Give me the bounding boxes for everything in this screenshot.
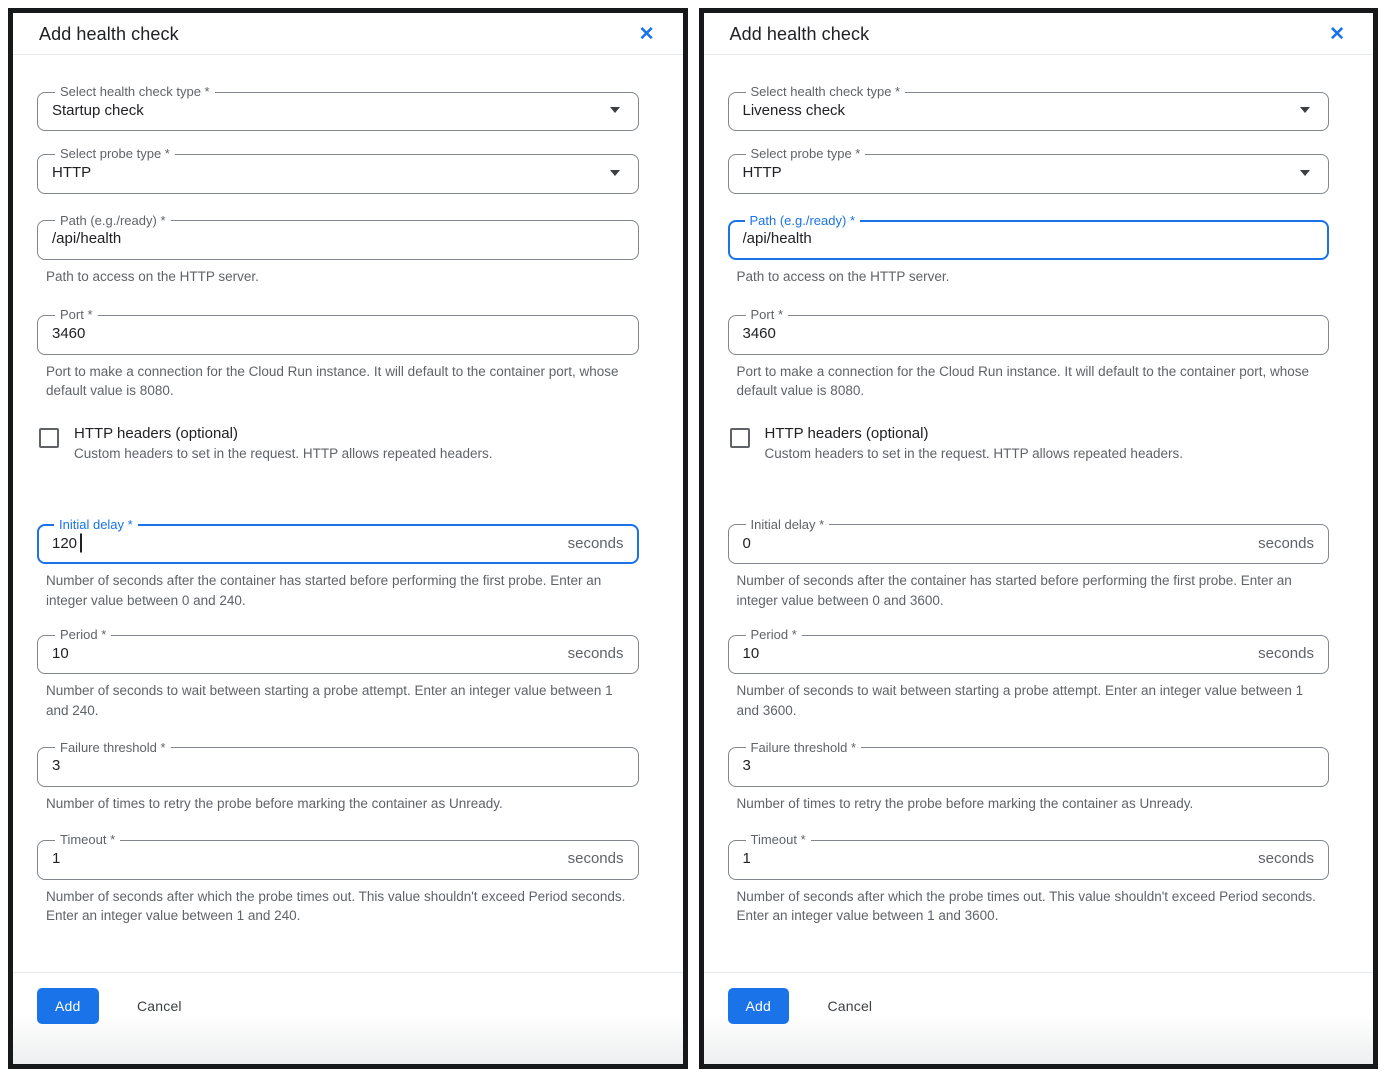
- port-field[interactable]: Port *: [728, 308, 1330, 354]
- seconds-suffix: seconds: [1250, 535, 1314, 552]
- initial-delay-label: Initial delay *: [54, 518, 138, 532]
- path-helper-text: Path to access on the HTTP server.: [737, 267, 1319, 287]
- add-button[interactable]: Add: [728, 988, 790, 1024]
- period-label: Period *: [746, 628, 802, 642]
- text-cursor: [80, 534, 82, 553]
- dialog-title: Add health check: [39, 24, 179, 45]
- http-headers-checkbox[interactable]: [39, 428, 59, 448]
- timeout-input[interactable]: [743, 850, 1251, 867]
- http-headers-helper-text: Custom headers to set in the request. HT…: [74, 445, 492, 464]
- http-headers-row: HTTP headers (optional) Custom headers t…: [39, 425, 639, 464]
- health-check-form: Select health check type * Select probe …: [704, 55, 1374, 972]
- probe-type-value[interactable]: [743, 164, 1301, 181]
- two-dialog-comparison: Add health check ✕ Select health check t…: [0, 0, 1386, 1077]
- initial-delay-input[interactable]: [52, 535, 560, 552]
- health-check-form: Select health check type * Select probe …: [13, 55, 683, 972]
- timeout-label: Timeout *: [746, 833, 811, 847]
- period-helper-text: Number of seconds to wait between starti…: [737, 681, 1319, 720]
- path-input[interactable]: [52, 230, 624, 247]
- seconds-suffix: seconds: [560, 850, 624, 867]
- dialog-header: Add health check ✕: [704, 13, 1374, 55]
- seconds-suffix: seconds: [560, 535, 624, 552]
- port-helper-text: Port to make a connection for the Cloud …: [737, 362, 1319, 401]
- failure-threshold-label: Failure threshold *: [746, 741, 862, 755]
- failure-threshold-field[interactable]: Failure threshold *: [37, 741, 639, 787]
- path-field[interactable]: Path (e.g./ready) *: [37, 214, 639, 260]
- dropdown-arrow-icon: [610, 170, 620, 176]
- dialog-title: Add health check: [730, 24, 870, 45]
- timeout-field[interactable]: Timeout * seconds: [728, 833, 1330, 879]
- probe-type-value[interactable]: [52, 164, 610, 181]
- http-headers-checkbox[interactable]: [730, 428, 750, 448]
- timeout-helper-text: Number of seconds after which the probe …: [737, 887, 1319, 926]
- path-field[interactable]: Path (e.g./ready) *: [728, 214, 1330, 260]
- http-headers-row: HTTP headers (optional) Custom headers t…: [730, 425, 1330, 464]
- failure-threshold-label: Failure threshold *: [55, 741, 171, 755]
- timeout-helper-text: Number of seconds after which the probe …: [46, 887, 628, 926]
- dialog-footer: Add Cancel: [13, 972, 683, 1064]
- initial-delay-helper-text: Number of seconds after the container ha…: [46, 571, 628, 610]
- http-headers-label: HTTP headers (optional): [765, 425, 1183, 442]
- dialog-footer: Add Cancel: [704, 972, 1374, 1064]
- initial-delay-field[interactable]: Initial delay * seconds: [728, 518, 1330, 564]
- health-check-type-value[interactable]: [52, 102, 610, 119]
- probe-type-label: Select probe type *: [55, 147, 175, 161]
- port-helper-text: Port to make a connection for the Cloud …: [46, 362, 628, 401]
- timeout-field[interactable]: Timeout * seconds: [37, 833, 639, 879]
- dropdown-arrow-icon: [1300, 107, 1310, 113]
- failure-threshold-input[interactable]: [52, 757, 624, 774]
- dialog-liveness-check: Add health check ✕ Select health check t…: [699, 8, 1379, 1069]
- port-input[interactable]: [52, 325, 624, 342]
- health-check-type-select[interactable]: Select health check type *: [728, 85, 1330, 131]
- cancel-button[interactable]: Cancel: [131, 997, 188, 1015]
- initial-delay-input[interactable]: [743, 535, 1251, 552]
- path-label: Path (e.g./ready) *: [745, 214, 861, 228]
- seconds-suffix: seconds: [1250, 850, 1314, 867]
- close-icon[interactable]: ✕: [639, 25, 655, 44]
- port-label: Port *: [55, 308, 98, 322]
- probe-type-select[interactable]: Select probe type *: [728, 147, 1330, 193]
- seconds-suffix: seconds: [560, 645, 624, 662]
- probe-type-select[interactable]: Select probe type *: [37, 147, 639, 193]
- failure-threshold-helper-text: Number of times to retry the probe befor…: [737, 794, 1319, 814]
- health-check-type-label: Select health check type *: [55, 85, 215, 99]
- period-input[interactable]: [52, 645, 560, 662]
- seconds-suffix: seconds: [1250, 645, 1314, 662]
- failure-threshold-field[interactable]: Failure threshold *: [728, 741, 1330, 787]
- health-check-type-label: Select health check type *: [746, 85, 906, 99]
- add-button[interactable]: Add: [37, 988, 99, 1024]
- cancel-button[interactable]: Cancel: [821, 997, 878, 1015]
- failure-threshold-input[interactable]: [743, 757, 1315, 774]
- probe-type-label: Select probe type *: [746, 147, 866, 161]
- close-icon[interactable]: ✕: [1329, 25, 1345, 44]
- path-input[interactable]: [743, 230, 1315, 247]
- period-input[interactable]: [743, 645, 1251, 662]
- period-field[interactable]: Period * seconds: [728, 628, 1330, 674]
- port-input[interactable]: [743, 325, 1315, 342]
- dropdown-arrow-icon: [610, 107, 620, 113]
- period-label: Period *: [55, 628, 111, 642]
- period-field[interactable]: Period * seconds: [37, 628, 639, 674]
- port-label: Port *: [746, 308, 789, 322]
- failure-threshold-helper-text: Number of times to retry the probe befor…: [46, 794, 628, 814]
- http-headers-helper-text: Custom headers to set in the request. HT…: [765, 445, 1183, 464]
- dialog-startup-check: Add health check ✕ Select health check t…: [8, 8, 688, 1069]
- timeout-input[interactable]: [52, 850, 560, 867]
- port-field[interactable]: Port *: [37, 308, 639, 354]
- path-helper-text: Path to access on the HTTP server.: [46, 267, 628, 287]
- initial-delay-helper-text: Number of seconds after the container ha…: [737, 571, 1319, 610]
- health-check-type-select[interactable]: Select health check type *: [37, 85, 639, 131]
- timeout-label: Timeout *: [55, 833, 120, 847]
- dialog-header: Add health check ✕: [13, 13, 683, 55]
- period-helper-text: Number of seconds to wait between starti…: [46, 681, 628, 720]
- http-headers-label: HTTP headers (optional): [74, 425, 492, 442]
- path-label: Path (e.g./ready) *: [55, 214, 171, 228]
- initial-delay-label: Initial delay *: [746, 518, 830, 532]
- initial-delay-field[interactable]: Initial delay * seconds: [37, 518, 639, 564]
- dropdown-arrow-icon: [1300, 170, 1310, 176]
- health-check-type-value[interactable]: [743, 102, 1301, 119]
